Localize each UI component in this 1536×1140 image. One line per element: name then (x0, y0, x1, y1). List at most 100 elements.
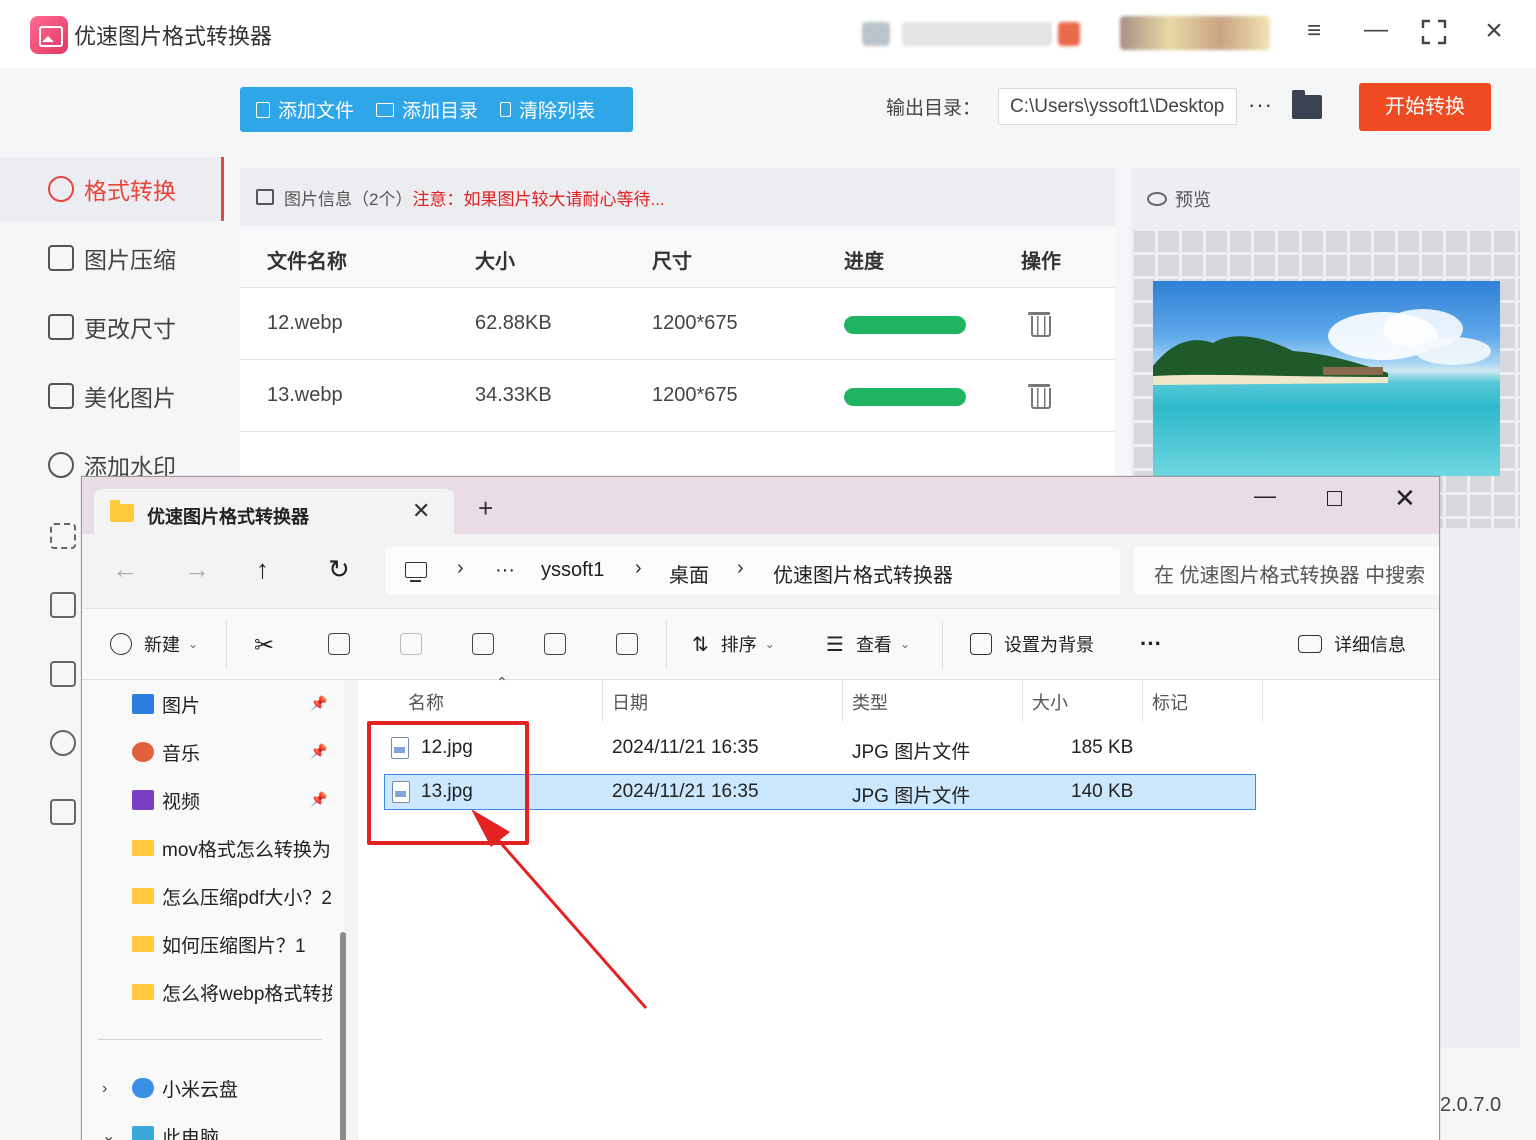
progress-bar (844, 388, 966, 406)
tab-close-icon[interactable]: ✕ (412, 498, 430, 524)
explorer-tab[interactable]: 优速图片格式转换器 ✕ (94, 489, 454, 535)
version-label: 2.0.7.0 (1440, 1094, 1502, 1116)
rotate-icon[interactable] (50, 730, 76, 756)
delete-icon[interactable] (616, 633, 638, 655)
divider (98, 1039, 322, 1040)
search-input[interactable]: 在 优速图片格式转换器 中搜索 (1134, 547, 1439, 595)
redacted-avatar (1120, 16, 1270, 50)
progress-fill (844, 316, 966, 334)
new-label: 新建 (144, 635, 180, 655)
cut-icon[interactable]: ✂ (254, 631, 274, 660)
add-folder-button[interactable]: 添加目录 (360, 87, 484, 132)
nav-item-label: 怎么压缩pdf大小？2 (162, 887, 332, 909)
wallpaper-icon (970, 633, 992, 655)
chevron-down-icon: ⌄ (764, 637, 775, 651)
delete-icon[interactable] (1028, 310, 1051, 337)
address-row: ← → ↑ ↻ › ··· yssoft1 › 桌面 › 优速图片格式转换器 在… (82, 534, 1439, 608)
minimize-icon[interactable]: — (1362, 18, 1390, 44)
merge-icon[interactable] (50, 799, 76, 825)
beautify-icon (48, 383, 74, 409)
sort-label: 排序 (720, 635, 757, 655)
sidebar-item-beautify[interactable]: 美化图片 (0, 364, 224, 428)
rename-icon[interactable] (472, 633, 494, 655)
preview-icon (1147, 192, 1167, 206)
pin-icon[interactable]: 📌 (310, 743, 327, 760)
add-file-button[interactable]: 添加文件 (240, 87, 360, 132)
nav-item-label: mov格式怎么转换为mp4 (162, 839, 332, 861)
close-icon[interactable]: ✕ (1394, 483, 1416, 514)
paste-icon[interactable] (400, 633, 422, 655)
chevron-right-icon: › (457, 557, 464, 579)
minimize-icon[interactable]: — (1254, 483, 1276, 509)
refresh-icon[interactable]: ↻ (328, 554, 350, 585)
sidebar-item-compress[interactable]: 图片压缩 (0, 226, 224, 290)
more-options-button[interactable]: ··· (1248, 92, 1273, 118)
nav-item-pictures[interactable]: 图片 (132, 684, 332, 724)
nav-item-folder[interactable]: 如何压缩图片？1 (132, 924, 332, 964)
preview-label: 预览 (1175, 190, 1211, 210)
breadcrumb-item[interactable]: ··· (495, 559, 515, 582)
nav-item-label: 音乐 (162, 743, 201, 765)
file-size: 62.88KB (475, 312, 552, 334)
nav-item-folder[interactable]: mov格式怎么转换为mp4 (132, 828, 332, 868)
view-button[interactable]: ☰ 查看 ⌄ (826, 631, 910, 657)
nav-item-folder[interactable]: 怎么将webp格式转换 (132, 972, 332, 1012)
close-icon[interactable]: × (1480, 16, 1508, 46)
delete-icon[interactable] (1028, 382, 1051, 409)
nav-item-folder[interactable]: 怎么压缩pdf大小？2 (132, 876, 332, 916)
breadcrumb-item[interactable]: 桌面 (669, 559, 709, 588)
app-logo-icon (30, 16, 68, 54)
maximize-icon[interactable] (1327, 491, 1342, 506)
sort-button[interactable]: ⇅ 排序 ⌄ (692, 631, 775, 657)
sidebar-item-resize[interactable]: 更改尺寸 (0, 295, 224, 359)
format-convert-icon (48, 176, 74, 202)
chevron-right-icon[interactable]: › (102, 1080, 107, 1098)
pin-icon[interactable]: 📌 (310, 695, 327, 712)
crop-icon[interactable] (50, 523, 76, 549)
fullscreen-icon[interactable] (1420, 18, 1448, 46)
sidebar-item-format-convert[interactable]: 格式转换 (0, 157, 224, 221)
split-icon[interactable] (50, 661, 76, 687)
add-file-label: 添加文件 (278, 101, 355, 122)
copy-icon[interactable] (328, 633, 350, 655)
resize-icon (48, 314, 74, 340)
explorer-tab-bar: 优速图片格式转换器 ✕ + — ✕ (82, 477, 1439, 535)
open-folder-icon[interactable] (1292, 90, 1322, 119)
pin-icon[interactable]: 📌 (310, 791, 327, 808)
nav-item-label: 怎么将webp格式转换 (162, 983, 332, 1005)
menu-icon[interactable]: ≡ (1300, 19, 1328, 44)
up-icon[interactable]: ↑ (256, 554, 269, 585)
nav-item-cloud[interactable]: 小米云盘 (132, 1068, 332, 1108)
nav-item-videos[interactable]: 视频 (132, 780, 332, 820)
table-row[interactable]: 12.webp 62.88KB 1200*675 (240, 288, 1115, 360)
table-row[interactable]: 13.webp 34.33KB 1200*675 (240, 360, 1115, 432)
set-background-button[interactable]: 设置为背景 (970, 631, 1094, 657)
file-explorer-window: 优速图片格式转换器 ✕ + — ✕ ← → ↑ ↻ › ··· yssoft1 … (81, 476, 1440, 1140)
breadcrumb-item[interactable]: 优速图片格式转换器 (773, 559, 953, 588)
chevron-down-icon[interactable]: ⌄ (102, 1126, 115, 1140)
navigation-pane: 图片 📌 音乐 📌 视频 📌 mov格式怎么转换为mp4 怎么压缩pdf大小？2… (82, 680, 346, 1140)
file-size: 34.33KB (475, 384, 552, 406)
edit-icon[interactable] (50, 592, 76, 618)
address-bar[interactable]: › ··· yssoft1 › 桌面 › 优速图片格式转换器 (385, 547, 1120, 595)
clear-list-button[interactable]: 清除列表 (484, 87, 601, 132)
column-header: 进度 (844, 251, 884, 273)
details-button[interactable]: 详细信息 (1298, 631, 1406, 657)
forward-icon[interactable]: → (184, 554, 210, 585)
new-tab-icon[interactable]: + (478, 495, 493, 521)
nav-item-this-pc[interactable]: 此电脑 (132, 1116, 332, 1140)
output-dir-input[interactable]: C:\Users\yssoft1\Desktop (998, 88, 1237, 125)
new-button[interactable]: 新建 ⌄ (110, 631, 198, 657)
back-icon[interactable]: ← (112, 554, 138, 585)
share-icon[interactable] (544, 633, 566, 655)
redacted-info (902, 22, 1052, 46)
computer-icon (405, 562, 427, 582)
start-convert-button[interactable]: 开始转换 (1359, 83, 1491, 131)
nav-item-music[interactable]: 音乐 (132, 732, 332, 772)
scrollbar[interactable] (340, 932, 346, 1140)
plus-circle-icon (110, 633, 132, 655)
output-dir-label: 输出目录： (886, 98, 982, 119)
breadcrumb-item[interactable]: yssoft1 (541, 559, 604, 582)
more-options-button[interactable]: ··· (1140, 631, 1162, 657)
column-header: 尺寸 (652, 251, 692, 273)
